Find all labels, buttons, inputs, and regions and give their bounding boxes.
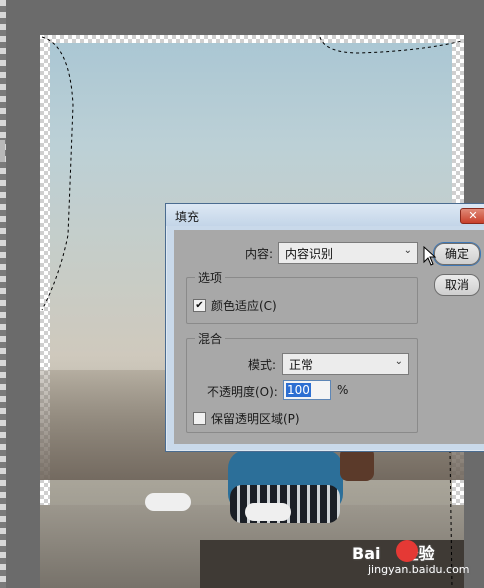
baidu-paw-icon <box>396 540 418 562</box>
mode-select-value: 正常 <box>289 358 314 372</box>
color-adapt-checkbox[interactable]: ✔ <box>193 299 206 312</box>
shoe-left <box>145 493 191 511</box>
person-bag <box>340 447 374 481</box>
mode-label: 模式: <box>248 358 277 372</box>
preserve-transparency-checkbox[interactable] <box>193 412 206 425</box>
fill-dialog: 填充 ✕ 内容: 内容识别 ⌄ 选项 ✔ 颜色适应(C) 混合 模式: 正常 ⌄… <box>165 203 484 452</box>
opacity-label: 不透明度(O): <box>207 385 278 399</box>
cancel-button[interactable]: 取消 <box>434 274 480 296</box>
mode-select[interactable]: 正常 ⌄ <box>282 353 409 375</box>
dropdown-arrow-icon: ⌄ <box>403 245 412 256</box>
close-icon: ✕ <box>468 209 478 222</box>
opacity-unit: % <box>337 383 349 397</box>
checkmark-icon: ✔ <box>195 300 204 311</box>
watermark-brand-text: Bai <box>352 544 381 563</box>
opacity-value: 100 <box>286 383 311 397</box>
transparent-area-top <box>40 35 464 43</box>
content-select-value: 内容识别 <box>285 247 334 261</box>
left-ruler <box>0 0 6 588</box>
color-adapt-label: 颜色适应(C) <box>211 299 277 313</box>
options-group-title: 选项 <box>195 269 226 286</box>
content-select[interactable]: 内容识别 ⌄ <box>278 242 418 264</box>
mouse-cursor-icon <box>423 246 437 266</box>
ok-button[interactable]: 确定 <box>434 243 480 265</box>
dialog-title: 填充 <box>175 210 200 224</box>
options-group: 选项 ✔ 颜色适应(C) <box>186 269 418 324</box>
ruler-handle[interactable] <box>0 140 5 162</box>
blend-group-title: 混合 <box>195 330 226 347</box>
watermark-url: jingyan.baidu.com <box>368 563 470 576</box>
blend-group: 混合 模式: 正常 ⌄ 不透明度(O): 100 % 保留透明区域(P) <box>186 330 418 433</box>
dropdown-arrow-icon: ⌄ <box>394 356 403 367</box>
dialog-title-bar[interactable]: 填充 ✕ <box>166 204 484 226</box>
opacity-input[interactable]: 100 <box>283 380 331 400</box>
preserve-transparency-label: 保留透明区域(P) <box>211 412 300 426</box>
content-label: 内容: <box>245 247 274 261</box>
watermark-brand: Bai 经验 <box>352 540 435 564</box>
shoe-right <box>245 503 291 521</box>
close-button[interactable]: ✕ <box>460 208 484 224</box>
